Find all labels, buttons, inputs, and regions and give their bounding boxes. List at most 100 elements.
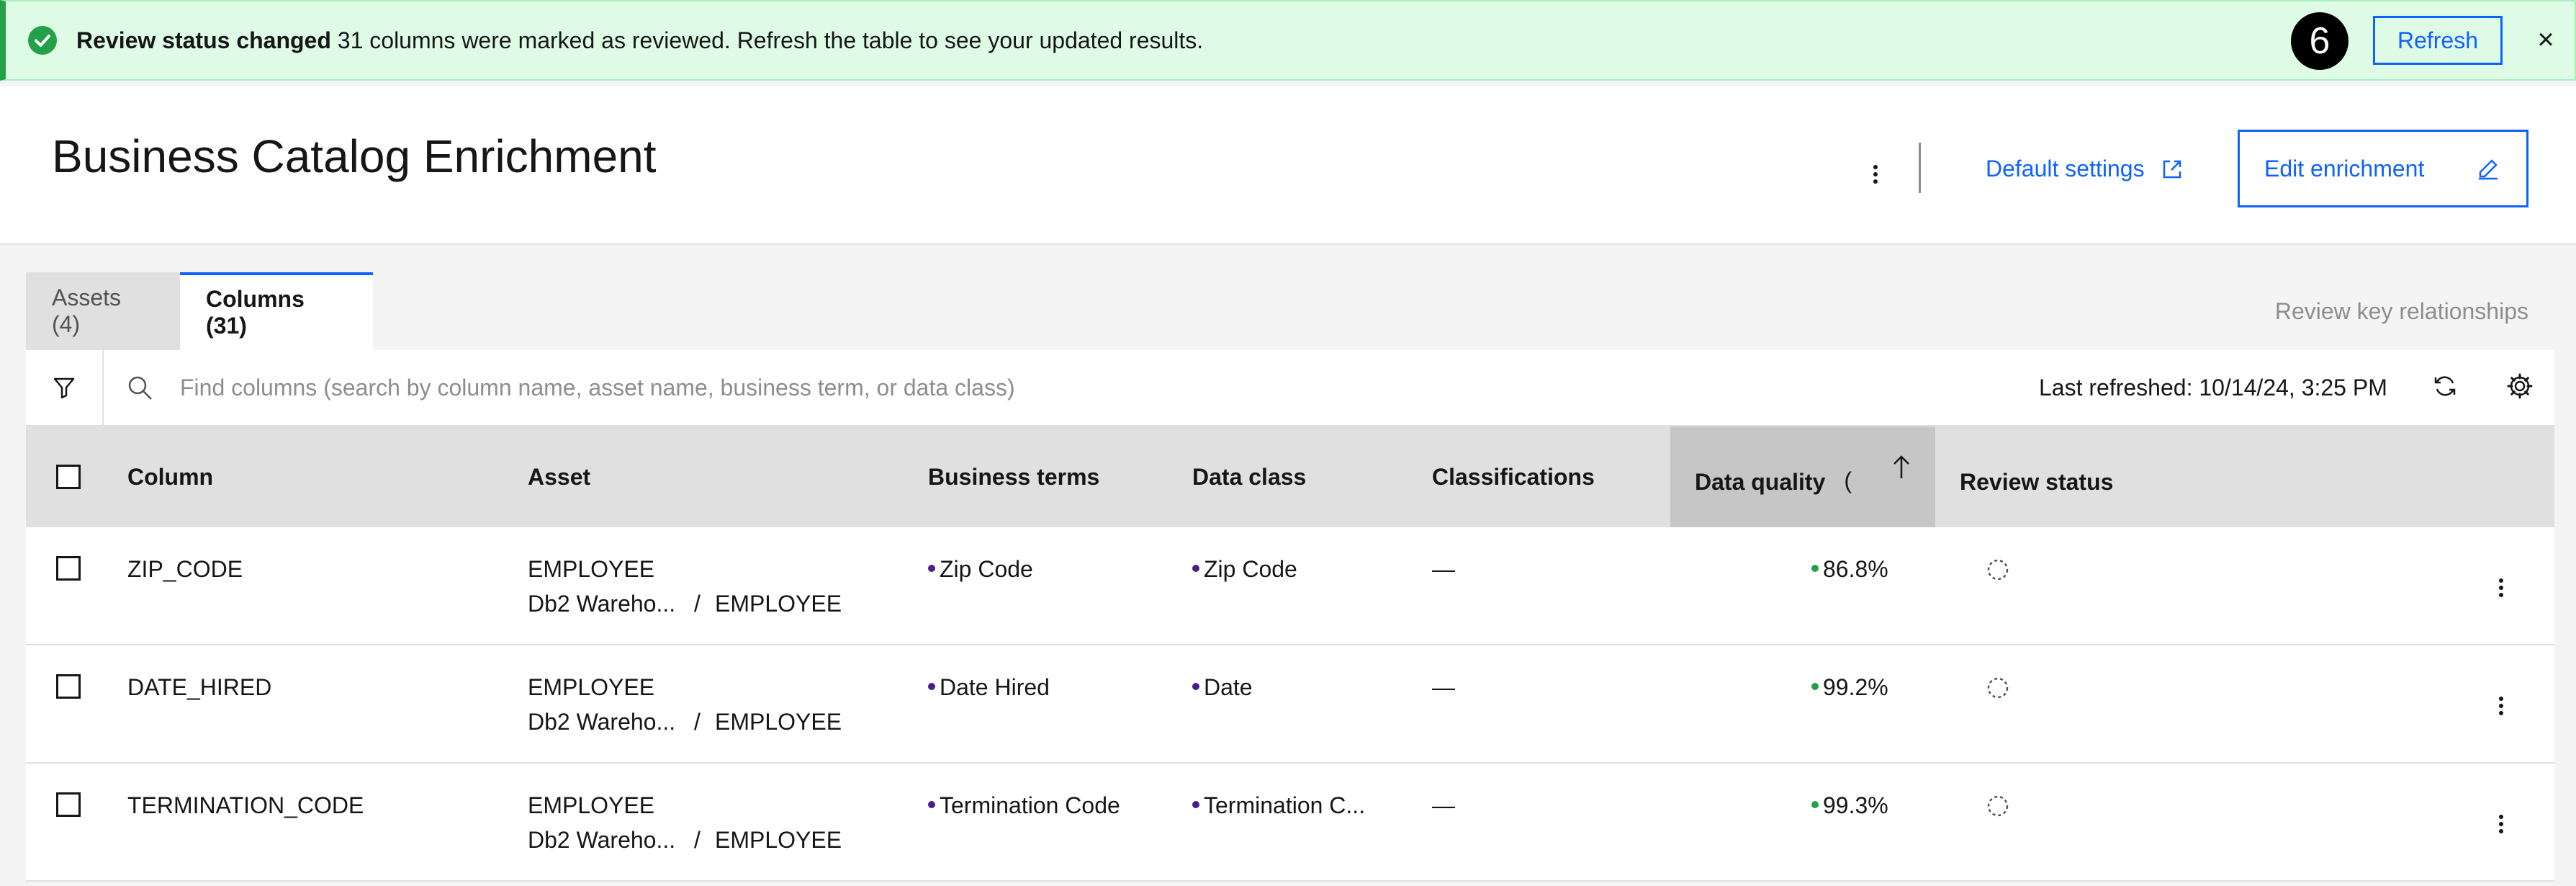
cell-data-class[interactable]: Termination C...	[1192, 792, 1365, 819]
divider	[1919, 143, 1921, 193]
row-checkbox-cell	[56, 792, 81, 817]
term-dot	[928, 682, 935, 690]
row-overflow-menu-icon[interactable]	[2494, 573, 2508, 602]
filter-button[interactable]	[26, 350, 104, 425]
header-classifications[interactable]: Classifications	[1432, 426, 1595, 527]
data-class-label: Termination C...	[1204, 792, 1366, 818]
class-dot	[1192, 800, 1199, 808]
row-checkbox[interactable]	[56, 556, 81, 581]
last-refreshed-text: Last refreshed: 10/14/24, 3:25 PM	[2039, 375, 2387, 401]
cell-business-term[interactable]: Termination Code	[928, 792, 1120, 819]
quality-dot	[1811, 682, 1819, 690]
table-row[interactable]: TERMINATION_CODE EMPLOYEE Db2 Wareho... …	[26, 764, 2554, 882]
pending-status-icon	[1987, 795, 2009, 817]
row-overflow-menu-icon[interactable]	[2494, 692, 2508, 720]
cell-asset-path-right: EMPLOYEE	[715, 709, 842, 735]
cell-asset-path-left: Db2 Wareho...	[528, 827, 676, 853]
row-checkbox-cell	[56, 674, 81, 699]
data-class-label: Date	[1204, 674, 1253, 700]
page-header: Business Catalog Enrichment Default sett…	[0, 86, 2576, 245]
refresh-icon[interactable]	[2431, 372, 2459, 401]
header-data-quality-label: Data quality	[1695, 468, 1826, 495]
refresh-button[interactable]: Refresh	[2373, 16, 2503, 65]
launch-icon	[2163, 160, 2181, 178]
cell-classifications: —	[1432, 674, 1455, 700]
page-title: Business Catalog Enrichment	[52, 130, 657, 182]
cell-data-quality: 99.3%	[1811, 792, 1888, 819]
cell-asset-path-left: Db2 Wareho...	[528, 709, 676, 735]
cell-data-class[interactable]: Date	[1192, 674, 1253, 701]
gear-icon[interactable]	[2505, 372, 2534, 401]
cell-data-quality: 99.2%	[1811, 674, 1888, 701]
tab-list: Assets (4) Columns (31)	[26, 272, 373, 350]
row-overflow-menu-icon[interactable]	[2494, 810, 2508, 838]
class-dot	[1192, 564, 1199, 572]
cell-classifications: —	[1432, 556, 1455, 582]
cell-asset-path-sep: /	[694, 591, 701, 617]
data-class-label: Zip Code	[1204, 556, 1297, 582]
data-quality-value: 99.2%	[1823, 674, 1888, 700]
columns-table: Column Asset Business terms Data class C…	[26, 426, 2554, 882]
row-checkbox[interactable]	[56, 792, 81, 817]
header-data-class[interactable]: Data class	[1192, 426, 1306, 527]
cell-business-term[interactable]: Zip Code	[928, 556, 1033, 583]
business-term-label: Zip Code	[940, 556, 1033, 582]
banner-text: 31 columns were marked as reviewed. Refr…	[337, 27, 1204, 53]
header-asset[interactable]: Asset	[528, 426, 590, 527]
checkmark-filled-icon	[28, 26, 57, 55]
filter-icon	[53, 377, 75, 399]
cell-data-class[interactable]: Zip Code	[1192, 556, 1297, 583]
edit-icon	[2479, 159, 2498, 180]
cell-asset-path-right: EMPLOYEE	[715, 591, 842, 617]
term-dot	[928, 800, 935, 808]
table-header: Column Asset Business terms Data class C…	[26, 426, 2554, 527]
header-data-quality[interactable]: Data quality (	[1670, 426, 1935, 527]
cell-asset-path-right: EMPLOYEE	[715, 827, 842, 853]
table-row[interactable]: DATE_HIRED EMPLOYEE Db2 Wareho... / EMPL…	[26, 645, 2554, 764]
cell-business-term[interactable]: Date Hired	[928, 674, 1050, 701]
cell-asset[interactable]: EMPLOYEE	[528, 792, 654, 819]
banner-message: Review status changed 31 columns were ma…	[76, 27, 1203, 54]
overflow-menu-icon[interactable]	[1865, 157, 1886, 193]
cell-asset-path-sep: /	[694, 827, 701, 853]
business-term-label: Date Hired	[940, 674, 1050, 700]
banner-title: Review status changed	[76, 27, 331, 53]
search-input[interactable]	[179, 367, 1474, 408]
default-settings-link[interactable]: Default settings	[1986, 156, 2184, 182]
header-column[interactable]: Column	[127, 426, 213, 527]
step-badge: 6	[2291, 12, 2348, 70]
pending-status-icon	[1987, 677, 2009, 699]
edit-enrichment-label: Edit enrichment	[2264, 155, 2425, 182]
tab-assets[interactable]: Assets (4)	[26, 272, 180, 350]
cell-asset-path-left: Db2 Wareho...	[528, 591, 676, 617]
data-quality-value: 86.8%	[1823, 556, 1888, 582]
term-dot	[928, 564, 935, 572]
select-all-checkbox[interactable]	[56, 465, 81, 489]
cell-asset-path-sep: /	[694, 709, 701, 735]
select-all-cell	[56, 426, 81, 527]
search-icon	[128, 376, 152, 400]
table-row[interactable]: ZIP_CODE EMPLOYEE Db2 Wareho... / EMPLOY…	[26, 527, 2554, 645]
business-term-label: Termination Code	[940, 792, 1120, 818]
default-settings-label: Default settings	[1986, 156, 2145, 182]
pending-status-icon	[1987, 559, 2009, 581]
cell-column[interactable]: DATE_HIRED	[127, 674, 271, 701]
cell-asset[interactable]: EMPLOYEE	[528, 556, 654, 583]
review-key-relationships-link[interactable]: Review key relationships	[2275, 298, 2528, 325]
header-business-terms[interactable]: Business terms	[928, 426, 1099, 527]
row-checkbox[interactable]	[56, 674, 81, 699]
edit-enrichment-button[interactable]: Edit enrichment	[2238, 130, 2528, 207]
close-icon[interactable]: ×	[2531, 22, 2560, 58]
cell-column[interactable]: ZIP_CODE	[127, 556, 243, 583]
tab-columns[interactable]: Columns (31)	[180, 272, 373, 350]
quality-dot	[1811, 564, 1819, 572]
cell-data-quality: 86.8%	[1811, 556, 1888, 583]
cell-column[interactable]: TERMINATION_CODE	[127, 792, 364, 819]
sort-ascending-icon	[1893, 455, 1909, 478]
cell-asset[interactable]: EMPLOYEE	[528, 674, 654, 701]
notification-banner: Review status changed 31 columns were ma…	[0, 0, 2576, 81]
table-toolbar: Last refreshed: 10/14/24, 3:25 PM	[26, 350, 2554, 426]
quality-dot	[1811, 800, 1819, 808]
class-dot	[1192, 682, 1199, 690]
header-review-status[interactable]: Review status	[1960, 426, 2113, 527]
